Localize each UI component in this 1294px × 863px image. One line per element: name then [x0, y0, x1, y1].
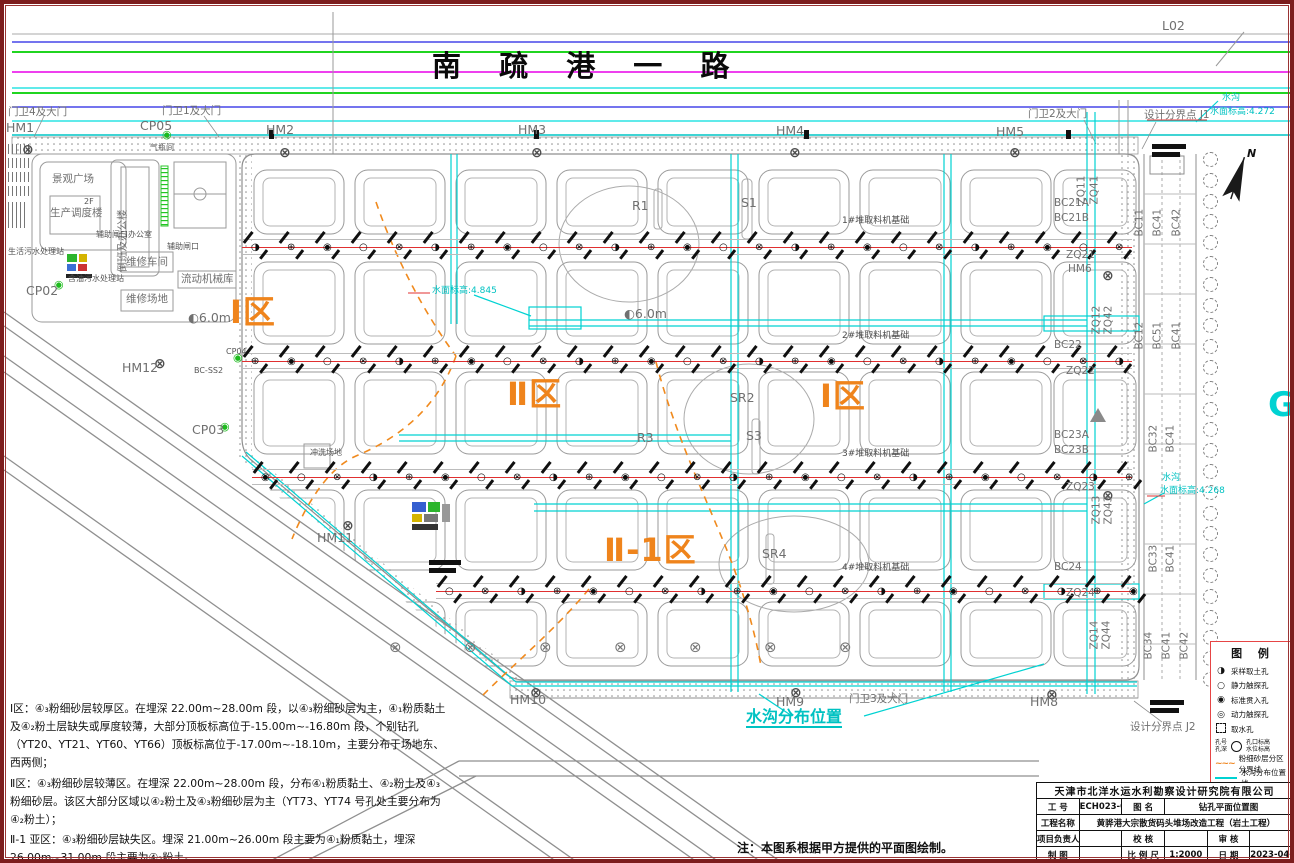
date-label: 日 期 — [1207, 847, 1250, 863]
review-value — [1250, 831, 1293, 847]
buildings — [32, 154, 330, 468]
check-value — [1164, 831, 1207, 847]
dashed-square-icon — [1215, 723, 1227, 736]
zone-notes: Ⅰ区：④₃粉细砂层较厚区。在埋深 22.00m~28.00m 段，以④₃粉细砂层… — [10, 700, 446, 863]
benchmark-triangle-icon — [1090, 408, 1106, 422]
legend-entry-spt: ◉ 标准贯入孔 — [1215, 693, 1291, 708]
legend-entry-well: 取水孔 — [1215, 722, 1291, 737]
leader-value — [1079, 831, 1122, 847]
project-name-value: 黄骅港大宗散货码头堆场改造工程（岩土工程） — [1079, 815, 1292, 831]
project-name-label: 工程名称 — [1037, 815, 1080, 831]
note-zone-2: Ⅱ区：④₃粉细砂层较薄区。在埋深 22.00m~28.00m 段，分布④₁粉质黏… — [10, 775, 446, 829]
scale-value: 1:2000 — [1164, 847, 1207, 863]
road-lines — [12, 12, 1290, 154]
company-name: 天津市北洋水运水利勘察设计研究院有限公司 — [1037, 783, 1293, 799]
pump-station-equipment — [412, 502, 450, 530]
leader-label: 项目负责人 — [1037, 831, 1080, 847]
title-block: 天津市北洋水运水利勘察设计研究院有限公司 工 号 ECH023-0901-1 图… — [1036, 782, 1293, 863]
drawing-name-label: 图 名 — [1122, 799, 1165, 815]
half-filled-circle-icon: ◑ — [1215, 666, 1227, 676]
draft-value — [1079, 847, 1122, 863]
filled-circle-icon: ◉ — [1215, 695, 1227, 705]
legend-entry-dpt: ◎ 动力触探孔 — [1215, 708, 1291, 723]
cyan-line-icon — [1215, 777, 1237, 779]
drawing-sheet: ◑⊕◉○⊗◑⊕◉○⊗◑⊕◉○⊗◑⊕◉○⊗◑⊕◉○⊗⊕◉○⊗◑⊕◉○⊗◑⊕◉○⊗◑… — [0, 0, 1294, 863]
legend-box: 图 例 ◑ 采样取土孔 ○ 静力触探孔 ◉ 标准贯入孔 ◎ 动力触探孔 取水孔 … — [1210, 641, 1294, 794]
scale-label: 比 例 尺 — [1122, 847, 1165, 863]
structure-arcs — [559, 179, 869, 612]
right-strip — [1144, 154, 1196, 680]
review-label: 审 核 — [1207, 831, 1250, 847]
check-label: 校 核 — [1122, 831, 1165, 847]
project-no-label: 工 号 — [1037, 799, 1080, 815]
legend-title: 图 例 — [1215, 645, 1291, 661]
date-value: 2023-04-05 — [1250, 847, 1293, 863]
note-zone-2-1: Ⅱ-1 亚区：④₃粉细砂层缺失区。埋深 21.00m~26.00m 段主要为④₁… — [10, 831, 446, 863]
wave-line-icon: ~~~ — [1215, 759, 1235, 769]
treatment-station-equipment — [6, 144, 92, 278]
project-no-value: ECH023-0901-1 — [1079, 799, 1122, 815]
hole-info-circle-icon — [1231, 741, 1242, 752]
legend-entry-sampling: ◑ 采样取土孔 — [1215, 664, 1291, 679]
draft-label: 制 图 — [1037, 847, 1080, 863]
drawing-name-value: 钻孔平面位置图 — [1164, 799, 1292, 815]
open-circle-icon: ○ — [1215, 681, 1227, 691]
north-arrow-icon — [1222, 154, 1253, 201]
note-zone-1: Ⅰ区：④₃粉细砂层较厚区。在埋深 22.00m~28.00m 段，以④₃粉细砂层… — [10, 700, 446, 773]
circle-triangle-icon: ◎ — [1215, 710, 1227, 720]
legend-entry-cpt: ○ 静力触探孔 — [1215, 679, 1291, 694]
